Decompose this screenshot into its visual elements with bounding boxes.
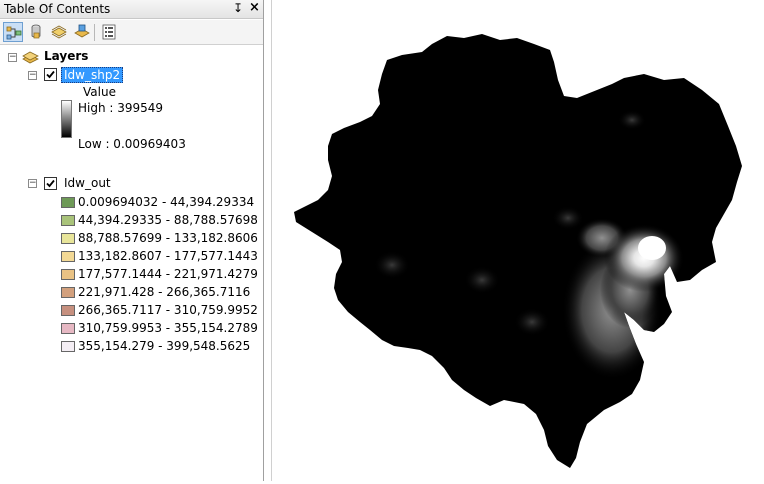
list-by-drawing-order-button[interactable] [3,22,23,42]
layer-name-idw-shp2[interactable]: Idw_shp2 [61,67,124,83]
legend-class-label: 355,154.279 - 399,548.5625 [78,339,251,353]
list-by-source-icon [31,24,41,39]
legend-low-label: Low : 0.00969403 [78,137,186,151]
layers-data-frame-icon [22,51,39,64]
legend-class-swatch[interactable] [61,287,75,298]
legend-class-swatch[interactable] [61,197,75,208]
layer-name-idw-out[interactable]: Idw_out [64,176,111,190]
options-button[interactable] [99,22,119,42]
legend-class-label: 88,788.57699 - 133,182.8606 [78,231,258,245]
list-by-selection-button[interactable] [72,22,92,42]
layer-visibility-checkbox-idw-out[interactable] [44,177,57,190]
stretched-color-ramp [61,100,72,138]
layers-collapse-toggle[interactable]: − [8,53,17,62]
legend-class-label: 177,577.1444 - 221,971.4279 [78,267,258,281]
legend-class-label: 0.009694032 - 44,394.29334 [78,195,255,209]
legend-class-swatch[interactable] [61,233,75,244]
pin-icon[interactable]: ↧ [233,1,243,15]
list-by-visibility-button[interactable] [49,22,69,42]
legend-class-swatch[interactable] [61,215,75,226]
checkmark-icon [46,179,55,188]
legend-class-swatch[interactable] [61,305,75,316]
legend-class-swatch[interactable] [61,269,75,280]
legend-class-swatch[interactable] [61,323,75,334]
legend-class-label: 133,182.8607 - 177,577.1443 [78,249,258,263]
close-icon[interactable]: × [249,0,260,15]
idw-raster-map[interactable] [272,0,764,481]
intensity-peak [604,224,684,292]
panel-title-bar[interactable]: Table Of Contents ↧ × [0,0,263,19]
checkmark-icon [46,70,55,79]
list-by-source-button[interactable] [26,22,46,42]
intensity-faint-1 [374,251,410,279]
intensity-faint-2 [464,266,500,294]
intensity-faint-4 [552,206,584,230]
legend-class-label: 221,971.428 - 266,365.7116 [78,285,251,299]
legend-high-label: High : 399549 [78,101,164,115]
list-by-drawing-order-icon [6,26,22,40]
layer-collapse-toggle-idw-out[interactable]: − [28,179,37,188]
map-view[interactable] [271,0,764,481]
layer-collapse-toggle-idw-shp2[interactable]: − [28,71,37,80]
legend-class-label: 310,759.9953 - 355,154.2789 [78,321,258,335]
list-by-selection-icon [74,24,90,38]
options-icon [102,24,116,40]
table-of-contents-panel: Table Of Contents ↧ × − Layers − Idw_shp… [0,0,264,481]
legend-field-name: Value [83,85,116,99]
intensity-faint-5 [618,110,646,130]
legend-class-label: 44,394.29335 - 88,788.57698 [78,213,258,227]
layer-visibility-checkbox-idw-shp2[interactable] [44,68,57,81]
panel-title: Table Of Contents [4,2,111,16]
list-by-visibility-icon [51,25,67,39]
legend-class-swatch[interactable] [61,341,75,352]
data-frame-label[interactable]: Layers [44,49,88,63]
legend-class-swatch[interactable] [61,251,75,262]
intensity-core [638,236,666,260]
toolbar-separator [94,24,95,41]
intensity-faint-3 [514,308,550,336]
layer-tree: − Layers − Idw_shp2 Value High : 399549 … [0,46,263,481]
legend-class-label: 266,365.7117 - 310,759.9952 [78,303,258,317]
toc-toolbar [0,20,263,45]
